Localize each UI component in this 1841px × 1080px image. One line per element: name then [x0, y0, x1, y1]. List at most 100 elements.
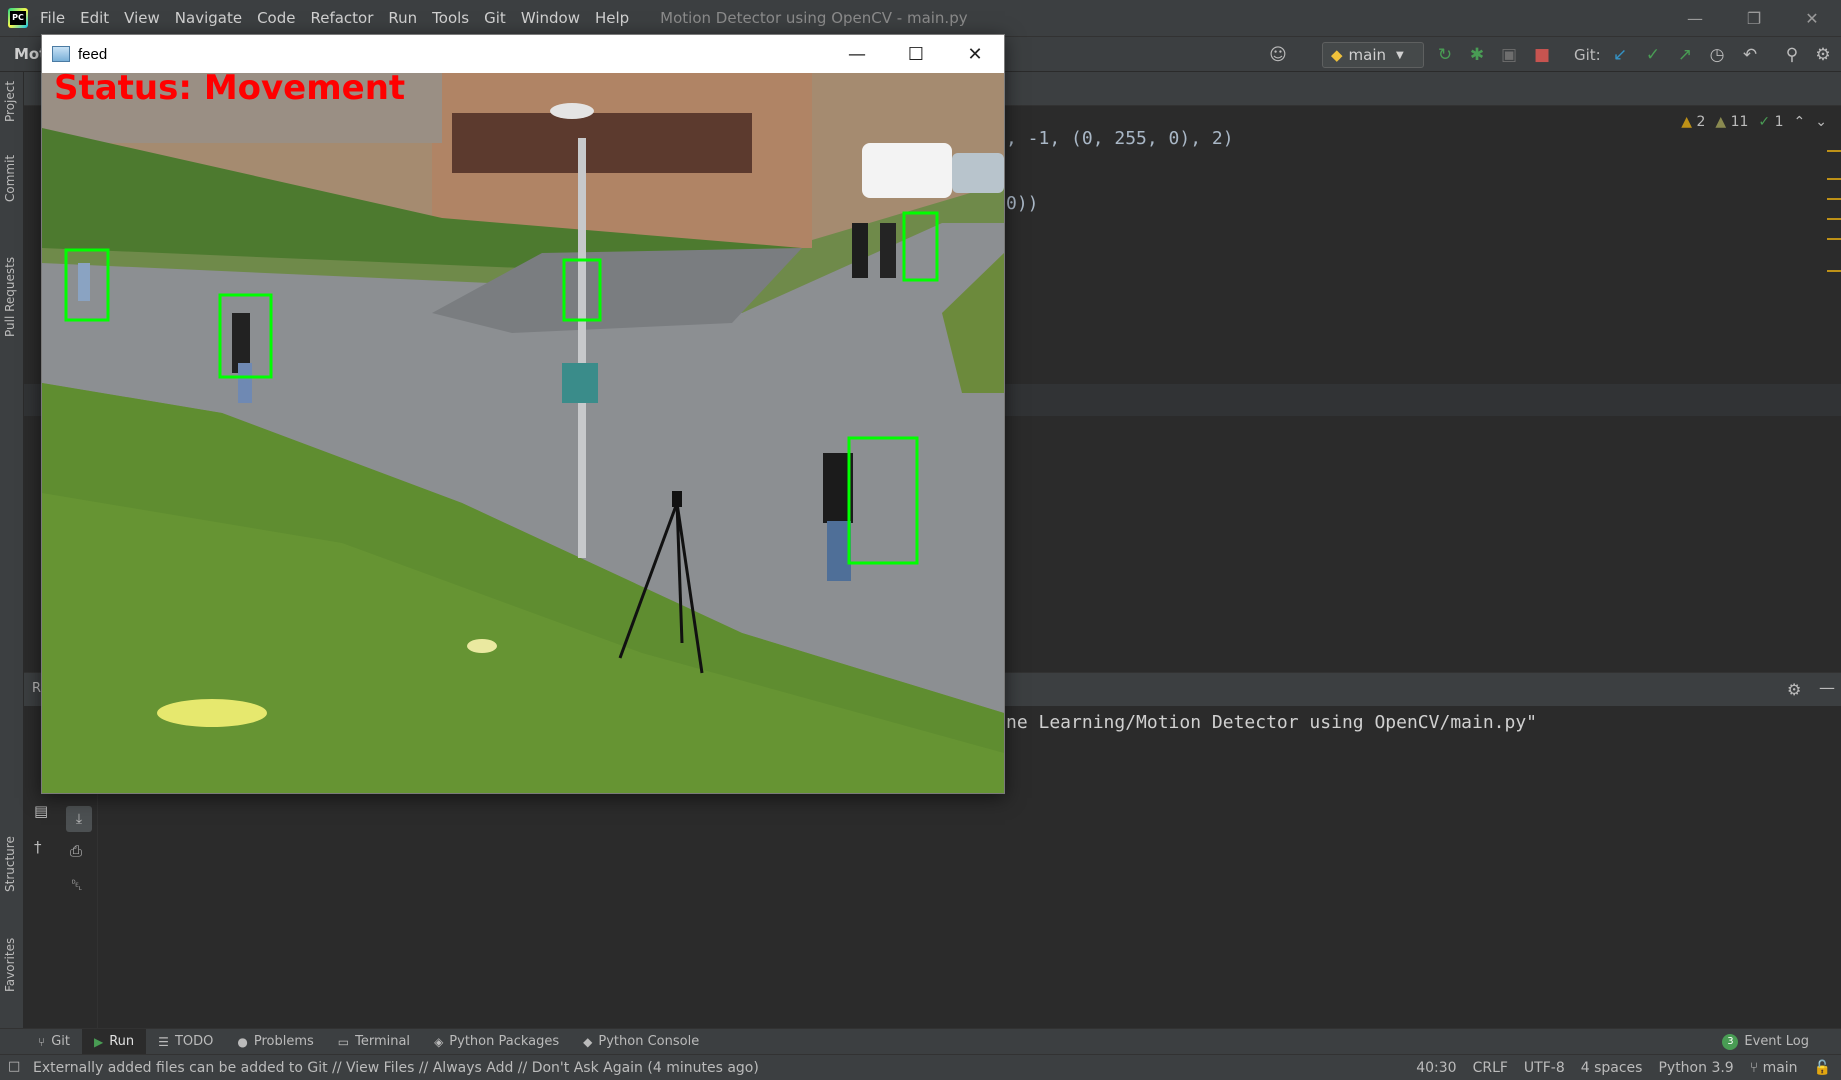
stop-icon[interactable]: ■	[1532, 45, 1552, 65]
menu-help[interactable]: Help	[595, 9, 629, 27]
debug-icon[interactable]: ✱	[1467, 45, 1487, 65]
menu-code[interactable]: Code	[257, 9, 295, 27]
left-tool-stripe: Project Commit Pull Requests Structure F…	[0, 72, 24, 1028]
layers-icon: ◈	[434, 1034, 444, 1049]
status-bar: □ Externally added files can be added to…	[0, 1054, 1841, 1080]
warning-icon: ●	[237, 1034, 248, 1049]
pin-icon[interactable]: †	[34, 838, 42, 856]
error-stripe-mark[interactable]	[1827, 270, 1841, 272]
tab-favorites[interactable]: Favorites	[3, 938, 17, 992]
tab-project[interactable]: Project	[3, 81, 17, 122]
git-label: Git:	[1574, 46, 1601, 64]
warning-icon: ▲	[1681, 114, 1692, 130]
tab-structure[interactable]: Structure	[3, 836, 17, 892]
menu-git[interactable]: Git	[484, 9, 506, 27]
tab-python-console[interactable]: ◆ Python Console	[571, 1029, 711, 1055]
chevron-up-icon[interactable]: ⌃	[1794, 114, 1806, 130]
typo-count: ✓ 1	[1758, 114, 1784, 130]
feed-window-title: feed	[78, 45, 108, 63]
layout-icon[interactable]: ▤	[34, 802, 48, 820]
toggle-tool-windows-icon[interactable]: □	[8, 1059, 20, 1074]
tool-window-bar: ⑂ Git ▶ Run ☰ TODO ● Problems ▭ Terminal ◈ Pyt…	[0, 1028, 1841, 1055]
menu-run[interactable]: Run	[388, 9, 417, 27]
menu-tools[interactable]: Tools	[432, 9, 469, 27]
menu-edit[interactable]: Edit	[80, 9, 109, 27]
tab-git[interactable]: ⑂ Git	[26, 1029, 82, 1055]
python-icon: ◆	[583, 1034, 593, 1049]
status-widgets: 40:30 CRLF UTF-8 4 spaces Python 3.9 ⑂ m…	[1416, 1060, 1831, 1076]
feed-titlebar[interactable]: feed — ☐ ✕	[42, 35, 1004, 73]
error-stripe-mark[interactable]	[1827, 178, 1841, 180]
chevron-down-icon: ▼	[1396, 49, 1404, 61]
warning-count: ▲ 2	[1681, 114, 1706, 130]
tab-problems[interactable]: ● Problems	[225, 1029, 325, 1055]
lock-icon[interactable]: 🔓	[1814, 1060, 1831, 1076]
rollback-icon[interactable]: ↶	[1740, 45, 1760, 65]
event-log-button[interactable]: 3 Event Log	[1710, 1029, 1821, 1055]
menu-refactor[interactable]: Refactor	[310, 9, 373, 27]
weak-warning-count: ▲ 11	[1715, 114, 1749, 130]
run-config-select[interactable]: ◆ main ▼	[1322, 42, 1424, 68]
tab-run[interactable]: ▶ Run	[82, 1028, 147, 1055]
line-separator[interactable]: CRLF	[1473, 1060, 1508, 1076]
print-icon[interactable]: ⎙	[70, 842, 82, 860]
tab-commit[interactable]: Commit	[3, 155, 17, 202]
file-encoding[interactable]: UTF-8	[1524, 1060, 1565, 1076]
feed-minimize-button[interactable]: —	[828, 35, 886, 73]
history-icon[interactable]: ◷	[1707, 45, 1727, 65]
user-icon[interactable]: ☺	[1268, 45, 1288, 65]
git-push-icon[interactable]: ↗	[1675, 45, 1695, 65]
terminal-icon: ▭	[337, 1034, 350, 1049]
minimize-button[interactable]: —	[1666, 0, 1724, 36]
feed-close-button[interactable]: ✕	[946, 35, 1004, 73]
menu-view[interactable]: View	[124, 9, 160, 27]
close-button[interactable]: ✕	[1783, 0, 1841, 36]
inspection-widget[interactable]: ▲ 2 ▲ 11 ✓ 1 ⌃ ⌄	[1681, 114, 1827, 130]
git-branch-icon: ⑂	[38, 1034, 46, 1049]
trash-icon[interactable]: ␡	[71, 876, 83, 894]
gear-icon[interactable]: ⚙	[1813, 45, 1833, 65]
run-icon: ▶	[94, 1034, 104, 1049]
python-icon: ◆	[1331, 46, 1343, 64]
code-line: , -1, (0, 255, 0), 2)	[1006, 128, 1234, 149]
error-stripe-mark[interactable]	[1827, 218, 1841, 220]
tab-todo[interactable]: ☰ TODO	[146, 1029, 225, 1055]
van	[862, 143, 952, 198]
menu-file[interactable]: File	[40, 9, 65, 27]
menu-navigate[interactable]: Navigate	[175, 9, 242, 27]
caret-position[interactable]: 40:30	[1416, 1060, 1456, 1076]
menu-window[interactable]: Window	[521, 9, 580, 27]
feed-maximize-button[interactable]: ☐	[887, 35, 945, 73]
app-window-icon	[52, 46, 70, 62]
git-commit-icon[interactable]: ✓	[1643, 45, 1663, 65]
status-message[interactable]: Externally added files can be added to G…	[33, 1060, 759, 1076]
sign-board	[562, 363, 598, 403]
scroll-to-end-icon[interactable]: ⤓	[66, 806, 92, 832]
code-line: 0))	[1006, 193, 1039, 214]
tab-pull-requests[interactable]: Pull Requests	[3, 257, 17, 337]
gear-icon[interactable]: ⚙	[1787, 680, 1801, 699]
error-stripe-mark[interactable]	[1827, 198, 1841, 200]
error-stripe-mark[interactable]	[1827, 150, 1841, 152]
video-frame: Status: Movement	[42, 73, 1004, 793]
indent-setting[interactable]: 4 spaces	[1581, 1060, 1643, 1076]
tab-terminal[interactable]: ▭ Terminal	[326, 1029, 422, 1055]
tab-python-packages[interactable]: ◈ Python Packages	[422, 1029, 571, 1055]
git-branch[interactable]: ⑂ main	[1750, 1060, 1798, 1076]
weak-warning-icon: ▲	[1715, 114, 1727, 130]
feed-window[interactable]: feed — ☐ ✕ Status: Movement	[41, 34, 1005, 794]
python-interpreter[interactable]: Python 3.9	[1658, 1060, 1733, 1076]
litter	[157, 699, 267, 727]
chevron-down-icon[interactable]: ⌄	[1815, 114, 1827, 130]
hide-icon[interactable]: —	[1819, 678, 1835, 697]
search-icon[interactable]: ⚲	[1782, 45, 1802, 65]
error-stripe-mark[interactable]	[1827, 238, 1841, 240]
window-title: Motion Detector using OpenCV - main.py	[660, 9, 968, 27]
git-branch-icon: ⑂	[1749, 1060, 1759, 1076]
rerun-icon[interactable]: ↻	[1435, 45, 1455, 65]
git-update-icon[interactable]: ↙	[1610, 45, 1630, 65]
pycharm-logo-icon	[8, 8, 28, 28]
status-overlay: Status: Movement	[54, 73, 405, 108]
coverage-icon[interactable]: ▣	[1499, 45, 1519, 65]
restore-button[interactable]: ❐	[1725, 0, 1783, 36]
